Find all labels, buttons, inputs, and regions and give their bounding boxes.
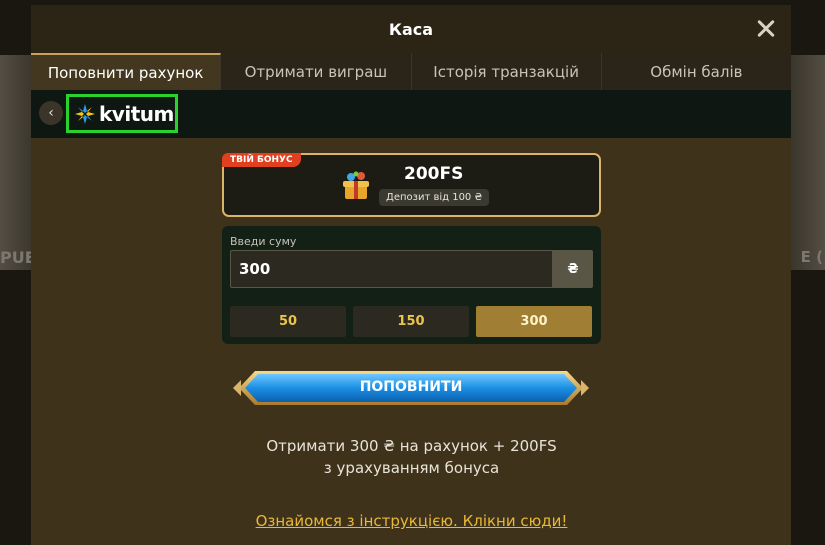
tab-history[interactable]: Історія транзакцій (412, 53, 602, 90)
amount-input[interactable] (230, 250, 553, 288)
modal-title: Каса (388, 19, 434, 39)
tab-withdraw[interactable]: Отримати виграш (221, 53, 412, 90)
tab-bar: Поповнити рахунок Отримати виграш Історі… (31, 53, 791, 90)
provider-logo: kvitum (66, 94, 178, 133)
back-chevron-icon[interactable]: ‹ (39, 101, 63, 125)
deposit-button-label: ПОПОВНИТИ (359, 379, 463, 395)
bonus-card[interactable]: ТВІЙ БОНУС 200FS Депозит від 100 ₴ (222, 153, 601, 217)
gift-icon (343, 171, 369, 199)
summary-line-1: Отримати 300 ₴ на рахунок + 200FS (266, 437, 557, 455)
modal-header: Каса (31, 5, 791, 53)
tab-deposit[interactable]: Поповнити рахунок (31, 53, 222, 90)
preset-amount-50[interactable]: 50 (230, 306, 346, 337)
preset-amount-150[interactable]: 150 (353, 306, 469, 337)
provider-name: kvitum (99, 101, 174, 126)
cashier-modal: Каса Поповнити рахунок Отримати виграш І… (31, 5, 791, 545)
amount-label: Введи суму (230, 235, 297, 248)
instructions-link[interactable]: Ознайомся з інструкцією. Клікни сюди! (222, 512, 601, 530)
summary-line-2: з урахуванням бонуса (323, 459, 500, 477)
bonus-condition: Депозит від 100 ₴ (379, 189, 490, 206)
close-icon[interactable] (751, 13, 781, 43)
deposit-button[interactable]: ПОПОВНИТИ (233, 368, 589, 408)
currency-badge: ₴ (553, 250, 593, 288)
bonus-badge: ТВІЙ БОНУС (222, 153, 301, 167)
tab-points-exchange[interactable]: Обмін балів (602, 53, 791, 90)
kvitum-logo-icon (75, 103, 95, 124)
background-text-right: E ( (800, 248, 823, 266)
preset-amount-300[interactable]: 300 (476, 306, 592, 337)
provider-bar: ‹ kvitum (31, 90, 791, 138)
deposit-summary: Отримати 300 ₴ на рахунок + 200FS з урах… (222, 435, 601, 479)
bonus-amount: 200FS (404, 164, 464, 184)
amount-panel: Введи суму ₴ 50 150 300 (222, 226, 601, 344)
